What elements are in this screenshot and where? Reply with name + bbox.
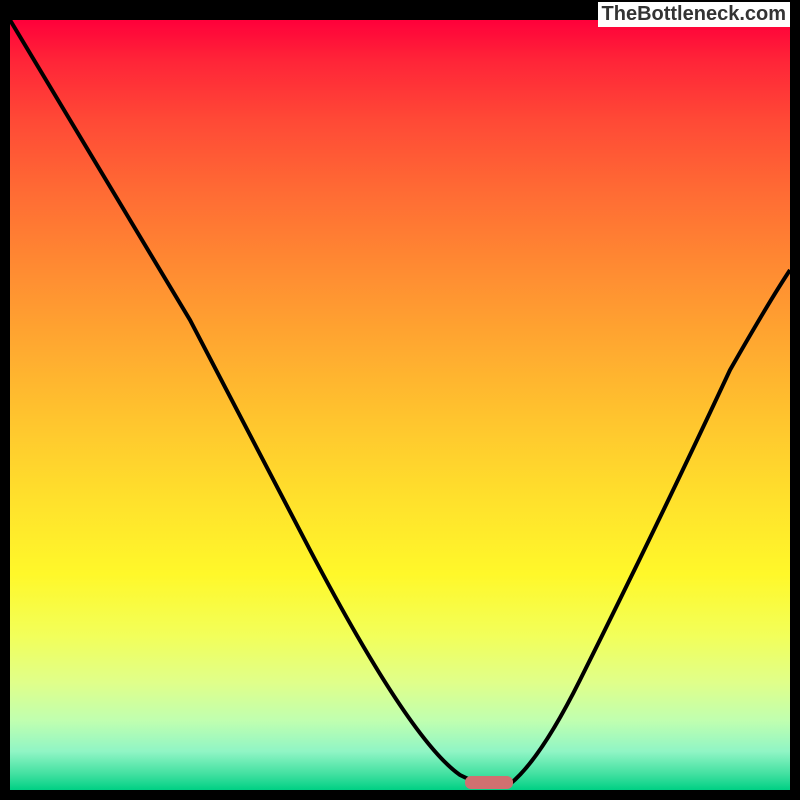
bottleneck-curve [10,20,790,790]
watermark-label: TheBottleneck.com [598,2,790,27]
chart-area [10,20,790,790]
optimal-marker [465,776,513,789]
